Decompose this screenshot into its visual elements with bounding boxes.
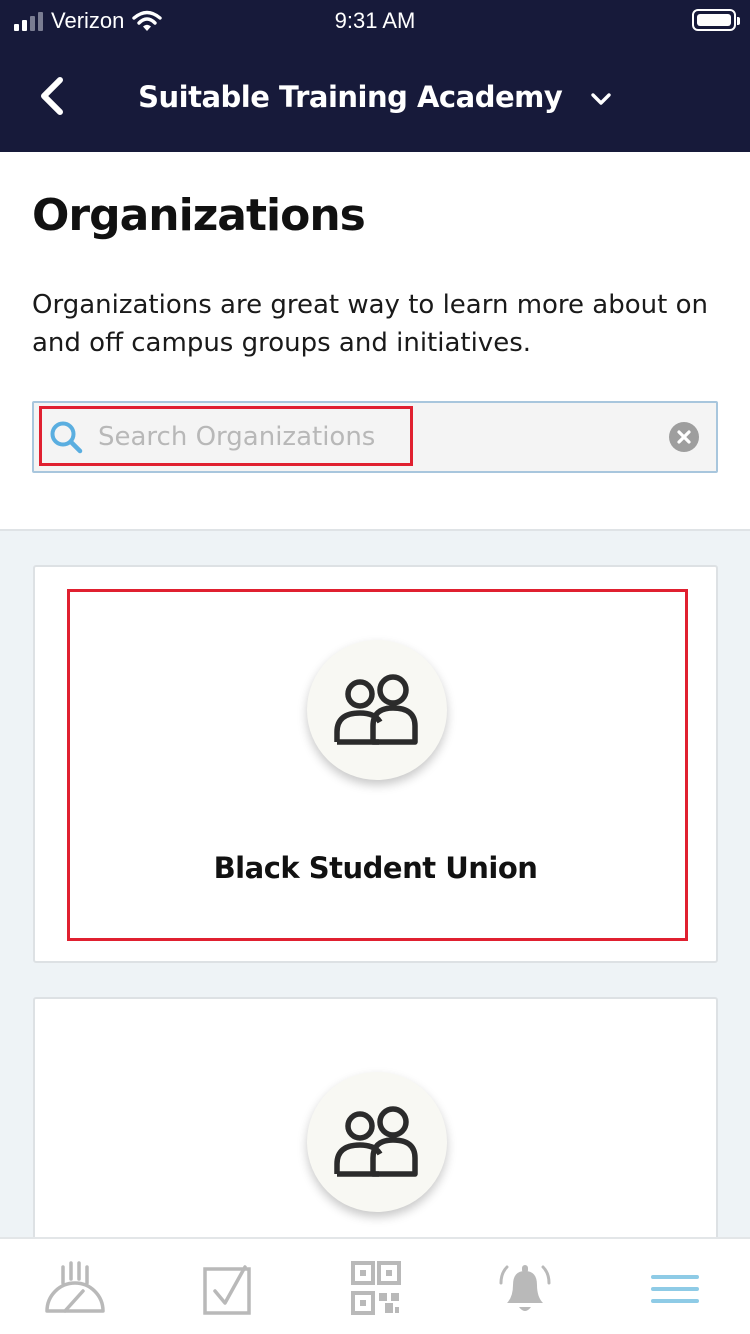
search-icon — [50, 421, 83, 454]
page-description: Organizations are great way to learn mor… — [32, 290, 708, 358]
tab-dashboard[interactable] — [40, 1257, 110, 1321]
group-icon — [334, 1106, 418, 1177]
menu-icon — [651, 1275, 699, 1303]
school-name: Suitable Training Academy — [138, 80, 563, 114]
dashboard-gauge-icon — [45, 1261, 105, 1313]
group-icon — [334, 674, 418, 745]
search-input[interactable] — [98, 415, 658, 459]
tab-notifications[interactable] — [490, 1257, 560, 1321]
qr-code-icon — [351, 1261, 401, 1315]
clear-search-icon[interactable] — [668, 421, 700, 453]
battery-icon — [692, 9, 740, 31]
search-bar — [32, 401, 718, 473]
tab-bar — [0, 1237, 750, 1334]
section-divider — [0, 529, 750, 531]
tab-menu[interactable] — [640, 1257, 710, 1321]
status-bar: Verizon 9:31 AM — [0, 0, 750, 44]
page-header: Organizations Organizations are great wa… — [0, 152, 750, 531]
organization-card[interactable] — [33, 997, 718, 1257]
page-title: Organizations — [32, 190, 366, 241]
checkbox-icon — [203, 1265, 251, 1315]
navigation-bar: Suitable Training Academy — [0, 44, 750, 152]
organization-name: Black Student Union — [213, 851, 538, 885]
organization-card[interactable]: Black Student Union — [33, 565, 718, 963]
tab-qr-scan[interactable] — [340, 1257, 410, 1321]
organization-avatar — [307, 640, 447, 780]
chevron-down-icon — [591, 93, 611, 105]
tab-tasks[interactable] — [190, 1257, 260, 1321]
organization-avatar — [307, 1072, 447, 1212]
school-selector[interactable]: Suitable Training Academy — [0, 80, 750, 114]
clock: 9:31 AM — [334, 8, 416, 33]
bell-icon — [499, 1265, 551, 1311]
